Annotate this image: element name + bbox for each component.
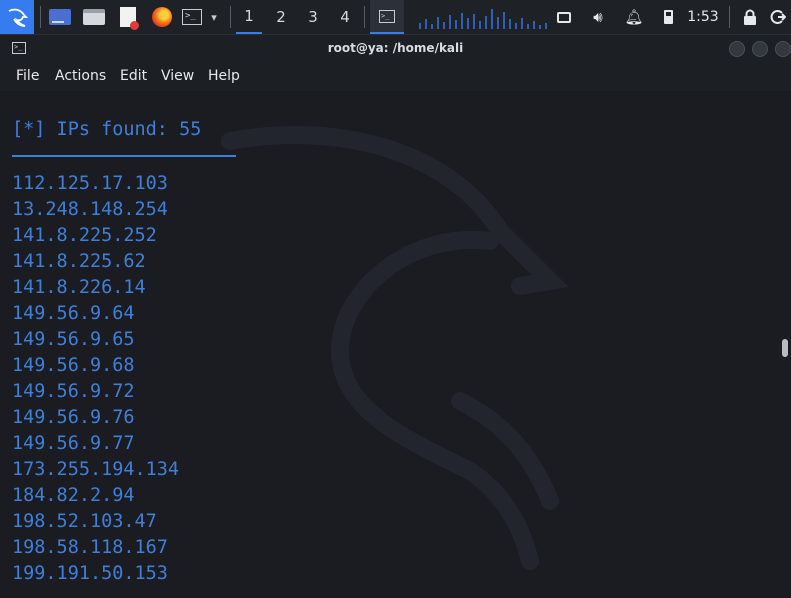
ip-line: 141.8.225.252 [12,225,157,246]
network-icon[interactable] [552,0,576,34]
menu-help[interactable]: Help [208,68,240,84]
show-desktop-icon[interactable] [46,0,74,34]
notification-bell-icon[interactable]: 🔔︎ [622,0,646,34]
logout-icon[interactable] [766,0,790,34]
terminal-launcher-icon[interactable]: >_ [180,0,204,34]
clock[interactable]: 1:53 [686,0,720,34]
maximize-button[interactable] [752,41,768,57]
ip-line: 149.56.9.76 [12,407,135,428]
workspace-4[interactable]: 4 [332,0,358,34]
ip-line: 13.248.148.254 [12,199,168,220]
battery-icon[interactable] [656,0,680,34]
ip-line: 149.56.9.77 [12,433,135,454]
header-underline [12,155,236,157]
ip-line: 184.82.2.94 [12,485,135,506]
scrollbar-thumb[interactable] [782,339,788,357]
panel-separator [40,6,41,28]
chevron-down-icon[interactable]: ▾ [205,0,223,34]
ip-line: 141.8.225.62 [12,251,146,272]
menu-bar: File Actions Edit View Help [0,63,791,91]
ip-line: 112.125.17.103 [12,173,168,194]
firefox-icon[interactable] [148,0,176,34]
close-button[interactable] [775,41,791,57]
minimize-button[interactable] [729,41,745,57]
top-panel: >_ ▾ 1 2 3 4 >_ 🔊︎ 🔔︎ 1:53 [0,0,791,35]
panel-separator [364,6,365,28]
ip-line: 149.56.9.72 [12,381,135,402]
window-titlebar[interactable]: >_ root@ya: /home/kali [0,35,791,63]
text-editor-icon[interactable] [114,0,142,34]
cpu-graph [418,0,548,34]
menu-edit[interactable]: Edit [120,68,147,84]
ip-line: 149.56.9.64 [12,303,135,324]
workspace-3[interactable]: 3 [300,0,326,34]
terminal-output[interactable]: [*] IPs found: 55 112.125.17.103 13.248.… [0,91,791,598]
ip-line: 141.8.226.14 [12,277,146,298]
ip-line: 149.56.9.68 [12,355,135,376]
kali-dragon-watermark [221,126,569,570]
menu-file[interactable]: File [16,68,39,84]
volume-icon[interactable]: 🔊︎ [586,0,610,34]
kali-menu-button[interactable] [0,0,34,34]
taskbar-terminal-window[interactable]: >_ [370,0,404,34]
ip-line: 173.255.194.134 [12,459,180,480]
menu-actions[interactable]: Actions [55,68,106,84]
ip-line: 149.56.9.65 [12,329,135,350]
ip-line: 198.58.118.167 [12,537,168,558]
ip-line: 198.52.103.47 [12,511,157,532]
window-title: root@ya: /home/kali [327,41,464,55]
file-manager-icon[interactable] [80,0,108,34]
kali-dragon-icon [8,8,29,27]
menu-view[interactable]: View [161,68,194,84]
lock-icon[interactable] [738,0,762,34]
ip-count-header: [*] IPs found: 55 [12,119,202,140]
panel-separator [729,6,730,28]
ip-line: 199.191.50.153 [12,563,168,584]
workspace-1[interactable]: 1 [236,0,262,34]
panel-separator [230,6,231,28]
workspace-2[interactable]: 2 [268,0,294,34]
